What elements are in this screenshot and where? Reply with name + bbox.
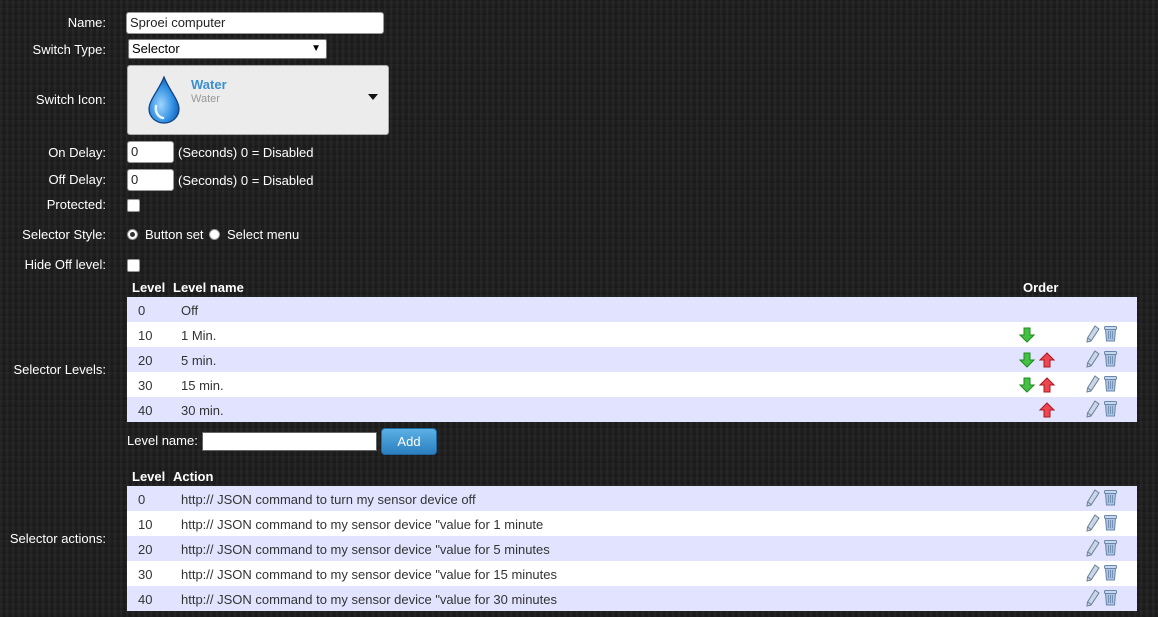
- level-name: 30 min.: [181, 403, 224, 418]
- table-row: 30 15 min.: [127, 372, 1137, 397]
- table-row: 40 30 min.: [127, 397, 1137, 422]
- level-value: 30: [138, 378, 153, 393]
- action-text: http:// JSON command to my sensor device…: [181, 567, 557, 582]
- table-row: 0 http:// JSON command to turn my sensor …: [127, 486, 1137, 511]
- button-set-radio[interactable]: [127, 229, 138, 240]
- icon-subtitle: Water: [191, 93, 220, 105]
- table-row: 10 http:// JSON command to my sensor devi…: [127, 511, 1137, 536]
- arrow-down-icon[interactable]: [1019, 377, 1035, 393]
- trash-icon[interactable]: [1104, 400, 1117, 417]
- level-name-input[interactable]: [202, 432, 377, 451]
- action-level-value: 10: [138, 517, 153, 532]
- trash-icon[interactable]: [1104, 375, 1117, 392]
- level-name: 15 min.: [181, 378, 224, 393]
- action-level-value: 20: [138, 542, 153, 557]
- table-row: 30 http:// JSON command to my sensor devi…: [127, 561, 1137, 586]
- arrow-down-icon[interactable]: [1019, 327, 1035, 343]
- action-level-value: 40: [138, 592, 153, 607]
- level-name: 1 Min.: [181, 328, 217, 343]
- trash-icon[interactable]: [1104, 564, 1117, 581]
- trash-icon[interactable]: [1104, 589, 1117, 606]
- selector-levels-label: Selector Levels:: [13, 362, 107, 377]
- pencil-icon[interactable]: [1086, 489, 1100, 507]
- pencil-icon[interactable]: [1086, 325, 1100, 343]
- hide-off-level-checkbox[interactable]: [127, 259, 140, 272]
- add-level-button[interactable]: Add: [381, 428, 437, 455]
- hide-off-level-label: Hide Off level:: [24, 257, 106, 272]
- arrow-up-icon[interactable]: [1039, 402, 1055, 418]
- action-level-value: 0: [138, 492, 146, 507]
- pencil-icon[interactable]: [1086, 539, 1100, 557]
- caret-down-icon: [368, 94, 378, 100]
- switch-type-select[interactable]: Selector ▼: [128, 39, 327, 59]
- action-level-value: 30: [138, 567, 153, 582]
- name-input[interactable]: Sproei computer: [126, 12, 384, 34]
- pencil-icon[interactable]: [1086, 375, 1100, 393]
- on-delay-input[interactable]: 0: [127, 141, 174, 163]
- off-delay-label: Off Delay:: [48, 172, 106, 187]
- select-menu-label: Select menu: [227, 227, 300, 242]
- action-text: http:// JSON command to my sensor device…: [181, 517, 544, 532]
- table-row: 0 Off: [127, 297, 1137, 322]
- level-value: 10: [138, 328, 153, 343]
- trash-icon[interactable]: [1104, 489, 1117, 506]
- trash-icon[interactable]: [1104, 514, 1117, 531]
- selector-actions-label: Selector actions:: [9, 531, 106, 546]
- pencil-icon[interactable]: [1086, 564, 1100, 582]
- level-value: 40: [138, 403, 153, 418]
- protected-checkbox[interactable]: [127, 199, 140, 212]
- icon-title: Water: [191, 77, 227, 92]
- table-row: 40 http:// JSON command to my sensor devi…: [127, 586, 1137, 611]
- arrow-up-icon[interactable]: [1039, 377, 1055, 393]
- switch-icon-dropdown[interactable]: Water Water: [127, 65, 389, 135]
- level-name: Off: [181, 303, 199, 318]
- name-label: Name:: [67, 15, 106, 30]
- select-menu-radio[interactable]: [209, 229, 220, 240]
- action-text: http:// JSON command to turn my sensor d…: [181, 492, 476, 507]
- action-column-header: Action: [173, 469, 214, 484]
- pencil-icon[interactable]: [1086, 514, 1100, 532]
- caret-down-icon: ▼: [311, 43, 321, 54]
- action-text: http:// JSON command to my sensor device…: [181, 542, 550, 557]
- switch-icon-label: Switch Icon:: [35, 92, 106, 107]
- table-row: 20 5 min.: [127, 347, 1137, 372]
- button-set-label: Button set: [145, 227, 204, 242]
- selector-style-label: Selector Style:: [22, 227, 106, 242]
- level-name-label: Level name:: [127, 433, 198, 448]
- arrow-down-icon[interactable]: [1019, 352, 1035, 368]
- trash-icon[interactable]: [1104, 539, 1117, 556]
- arrow-up-icon[interactable]: [1039, 352, 1055, 368]
- pencil-icon[interactable]: [1086, 589, 1100, 607]
- level-name: 5 min.: [181, 353, 217, 368]
- protected-label: Protected:: [46, 197, 106, 212]
- trash-icon[interactable]: [1104, 325, 1117, 342]
- table-row: 20 http:// JSON command to my sensor devi…: [127, 536, 1137, 561]
- action-text: http:// JSON command to my sensor device…: [181, 592, 557, 607]
- level-name-column-header: Level name: [173, 280, 244, 295]
- switch-type-label: Switch Type:: [32, 42, 106, 57]
- trash-icon[interactable]: [1104, 350, 1117, 367]
- on-delay-label: On Delay:: [48, 145, 106, 160]
- level-value: 0: [138, 303, 146, 318]
- water-drop-icon: [148, 76, 180, 124]
- action-level-column-header: Level: [132, 469, 166, 484]
- switch-type-value: Selector: [132, 41, 180, 56]
- pencil-icon[interactable]: [1086, 400, 1100, 418]
- off-delay-input[interactable]: 0: [127, 169, 174, 191]
- on-delay-hint: (Seconds) 0 = Disabled: [178, 145, 314, 160]
- level-column-header: Level: [132, 280, 166, 295]
- order-column-header: Order: [1023, 280, 1059, 295]
- table-row: 10 1 Min.: [127, 322, 1137, 347]
- pencil-icon[interactable]: [1086, 350, 1100, 368]
- level-value: 20: [138, 353, 153, 368]
- off-delay-hint: (Seconds) 0 = Disabled: [178, 173, 314, 188]
